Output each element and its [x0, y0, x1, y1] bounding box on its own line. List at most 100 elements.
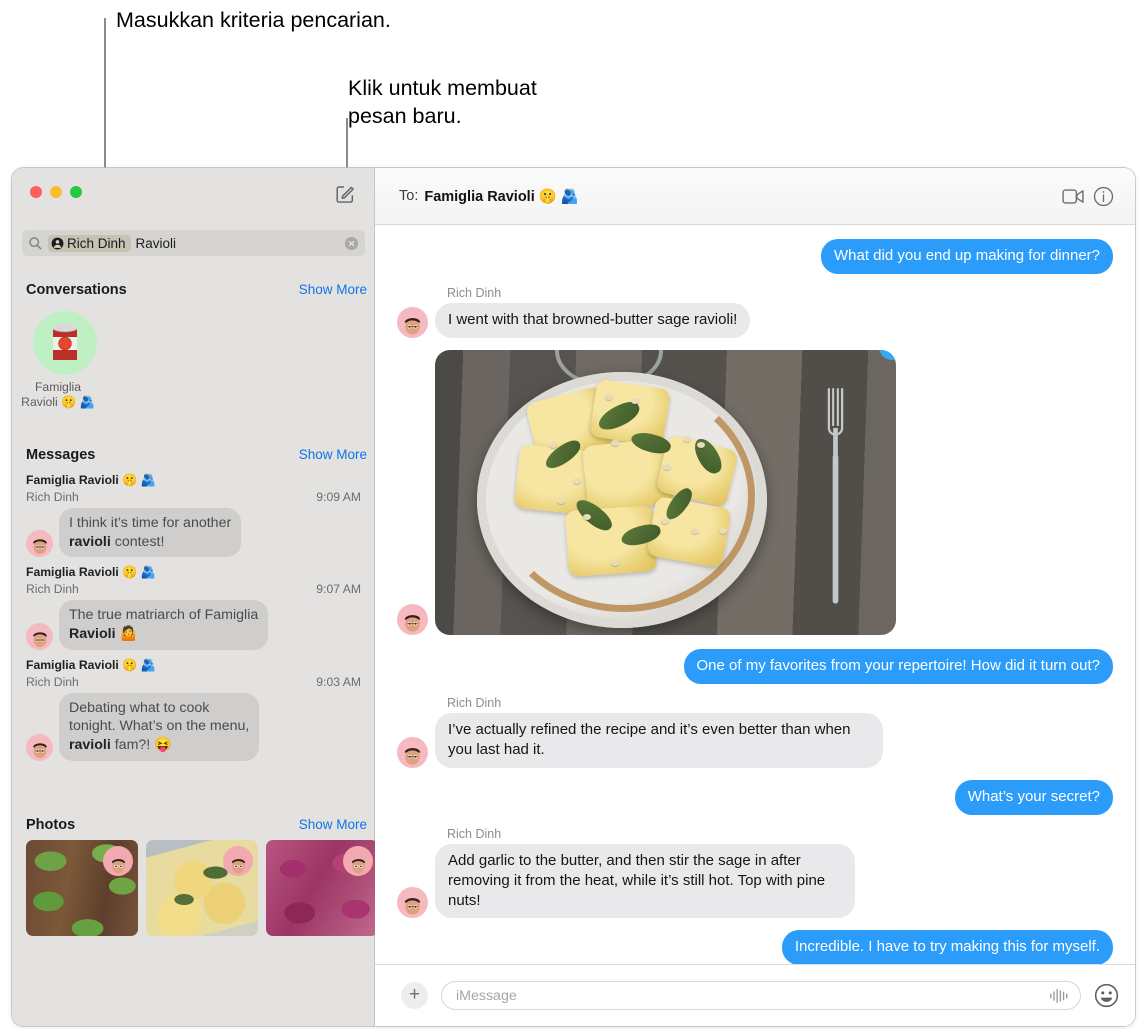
message-result-item[interactable]: Famiglia Ravioli 🤫 🫂 Rich Dinh 9:07 AM T… [12, 565, 375, 650]
photo-result-beet-ravioli[interactable] [266, 840, 378, 936]
message-sender-name: Rich Dinh [447, 695, 502, 710]
search-token-rich-dinh[interactable]: Rich Dinh [48, 234, 131, 252]
pine-nut [573, 477, 581, 484]
message-row-photo-attachment [397, 349, 1113, 635]
snippet-text-after: 🤷 [115, 625, 138, 642]
show-more-conversations[interactable]: Show More [299, 282, 367, 297]
message-input-bar: + iMessage [375, 964, 1135, 1026]
photo-sender-badge [103, 846, 133, 876]
conversation-result-label: Famiglia Ravioli 🤫 🫂 [21, 380, 95, 409]
recipient-name[interactable]: Famiglia Ravioli 🤫 🫂 [424, 188, 579, 205]
message-result-group-row: Famiglia Ravioli 🤫 🫂 [26, 565, 361, 581]
avatar[interactable] [397, 736, 428, 768]
search-query-text: Ravioli [135, 235, 177, 251]
message-result-item[interactable]: Famiglia Ravioli 🤫 🫂 Rich Dinh 9:09 AM I… [12, 473, 375, 558]
message-result-group: Famiglia Ravioli 🤫 🫂 [26, 473, 156, 487]
avatar[interactable] [397, 887, 428, 919]
search-input[interactable]: Rich Dinh Ravioli [22, 230, 365, 256]
message-result-sender-row: Rich Dinh 9:07 AM [26, 582, 361, 596]
incoming-block: Rich Dinh I went with that browned-butte… [397, 285, 751, 338]
photo-sender-badge [223, 846, 253, 876]
pine-nut [631, 397, 639, 404]
emoji-picker-button[interactable] [1094, 983, 1119, 1008]
callout-compose-new-message: Klik untuk membuat pesan baru. [348, 76, 537, 129]
show-more-photos[interactable]: Show More [299, 817, 367, 832]
memoji-avatar [404, 747, 421, 765]
minimize-window-button[interactable] [50, 186, 62, 198]
message-sender-name: Rich Dinh [447, 285, 502, 300]
message-bubble-incoming[interactable]: I’ve actually refined the recipe and it’… [435, 712, 883, 768]
conversation-pane: To: Famiglia Ravioli 🤫 🫂 What did you en… [375, 168, 1135, 1026]
message-result-bubble-row: The true matriarch of Famiglia Ravioli 🤷 [26, 600, 361, 650]
photo-result-green-ravioli[interactable] [26, 840, 138, 936]
avatar [33, 311, 97, 375]
message-result-group-row: Famiglia Ravioli 🤫 🫂 [26, 473, 361, 489]
imessage-input[interactable]: iMessage [441, 981, 1081, 1010]
recipient-label: To: [399, 188, 419, 204]
details-info-button[interactable] [1088, 181, 1118, 211]
incoming-stack: Rich Dinh I’ve actually refined the reci… [435, 696, 883, 768]
avatar [26, 622, 53, 650]
facetime-button[interactable] [1058, 181, 1088, 211]
message-bubble-outgoing[interactable]: One of my favorites from your repertoire… [683, 648, 1113, 684]
message-result-snippet: I think it’s time for another ravioli co… [59, 507, 242, 558]
message-result-sender-row: Rich Dinh 9:03 AM [26, 675, 361, 689]
message-result-time: 9:07 AM [316, 582, 361, 597]
audio-waveform-icon[interactable] [1049, 987, 1069, 1005]
message-bubble-incoming[interactable]: Add garlic to the butter, and then stir … [435, 843, 855, 919]
memoji-avatar [231, 859, 245, 874]
snippet-highlight: ravioli [69, 736, 111, 753]
maximize-window-button[interactable] [70, 186, 82, 198]
snippet-highlight: ravioli [69, 533, 111, 550]
avatar[interactable] [397, 306, 428, 338]
incoming-stack: Rich Dinh I went with that browned-butte… [435, 285, 751, 338]
close-window-button[interactable] [30, 186, 42, 198]
message-result-sender: Rich Dinh [26, 674, 79, 689]
heart-reaction-badge[interactable] [876, 349, 896, 368]
person-circle-icon [51, 237, 64, 249]
memoji-avatar [32, 743, 47, 758]
memoji-avatar [404, 318, 421, 335]
message-result-item[interactable]: Famiglia Ravioli 🤫 🫂 Rich Dinh 9:03 AM D… [12, 658, 375, 761]
message-bubble-incoming[interactable]: I went with that browned-butter sage rav… [435, 302, 751, 338]
message-sender-name: Rich Dinh [447, 826, 502, 841]
pine-nut [611, 559, 619, 566]
pine-nut [719, 527, 727, 534]
message-result-time: 9:09 AM [316, 489, 361, 504]
message-row-outgoing: One of my favorites from your repertoire… [397, 648, 1113, 684]
pine-nut [697, 441, 705, 448]
message-result-group-row: Famiglia Ravioli 🤫 🫂 [26, 658, 361, 674]
message-bubble-outgoing[interactable]: Incredible. I have to try making this fo… [781, 930, 1113, 964]
snippet-highlight: Ravioli [69, 625, 116, 642]
snippet-text-before: I think it’s time for another [69, 514, 232, 531]
snippet-text-after: contest! [110, 533, 165, 550]
message-row-outgoing: What did you end up making for dinner? [397, 239, 1113, 274]
memoji-avatar [111, 859, 125, 874]
message-thread[interactable]: What did you end up making for dinner? R… [375, 225, 1135, 964]
imessage-placeholder: iMessage [456, 987, 517, 1004]
pine-nut [691, 527, 699, 534]
message-result-bubble-row: I think it’s time for another ravioli co… [26, 507, 361, 558]
avatar [26, 530, 53, 558]
clear-search-button[interactable] [344, 236, 359, 251]
photo-results-row [26, 840, 378, 936]
avatar[interactable] [397, 603, 428, 635]
section-title-photos: Photos [26, 817, 76, 833]
callout-search-criteria: Masukkan kriteria pencarian. [116, 8, 391, 32]
smiley-face-icon [1094, 983, 1119, 1008]
conversation-result-item[interactable]: Famiglia Ravioli 🤫 🫂 [21, 311, 104, 409]
sidebar: Rich Dinh Ravioli Conversations Show Mor… [12, 168, 378, 1026]
message-row-incoming: Rich Dinh I’ve actually refined the reci… [397, 696, 1113, 768]
photo-result-sage-ravioli[interactable] [146, 840, 258, 936]
message-bubble-outgoing[interactable]: What’s your secret? [954, 779, 1113, 815]
ravioli-photo-attachment[interactable] [435, 349, 896, 635]
memoji-avatar [32, 632, 47, 647]
show-more-messages[interactable]: Show More [299, 447, 367, 462]
section-title-conversations: Conversations [26, 282, 127, 298]
compose-new-message-button[interactable] [332, 181, 358, 207]
add-attachment-button[interactable]: + [401, 982, 428, 1009]
incoming-block: Rich Dinh Add garlic to the butter, and … [397, 827, 855, 919]
message-bubble-outgoing[interactable]: What did you end up making for dinner? [821, 239, 1113, 274]
memoji-avatar [404, 615, 421, 632]
pine-nut [661, 517, 669, 524]
